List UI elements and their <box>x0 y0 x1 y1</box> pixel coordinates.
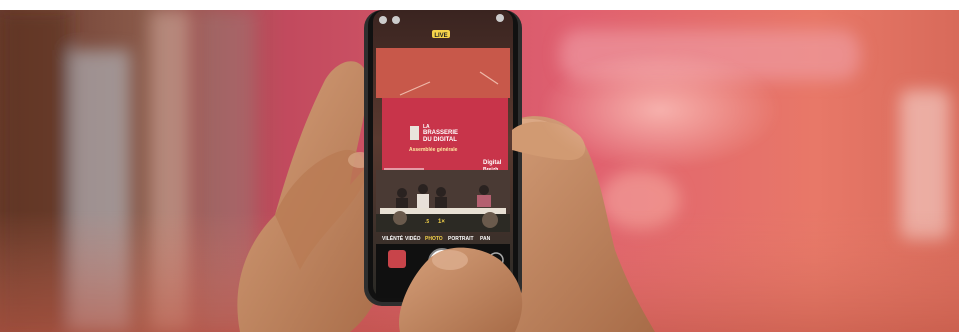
settings-icon <box>496 14 504 22</box>
event-photo: LIVE LA BRASSERIE DU DIGITAL Assemblée g… <box>0 10 959 332</box>
camera-mode[interactable]: VIDÉO <box>405 234 421 242</box>
camera-mode[interactable]: PAN <box>480 236 491 242</box>
live-photo-icon <box>392 16 400 24</box>
svg-text:.5: .5 <box>425 219 429 225</box>
slide-brand-line3: DU DIGITAL <box>423 137 457 143</box>
photo-scene: LIVE LA BRASSERIE DU DIGITAL Assemblée g… <box>0 10 959 332</box>
svg-text:1×: 1× <box>438 219 445 225</box>
slide-brand-line2: BRASSERIE <box>423 130 458 136</box>
live-badge-text: LIVE <box>434 33 447 39</box>
gallery-thumbnail[interactable] <box>388 250 406 268</box>
flash-icon <box>379 16 387 24</box>
slide-subtitle: Assemblée générale <box>409 147 458 153</box>
camera-mode[interactable]: VILÉNTÉ <box>382 234 404 242</box>
corner-logo-line1: Digital <box>483 160 502 166</box>
camera-mode-active[interactable]: PHOTO <box>425 236 443 242</box>
camera-mode[interactable]: PORTRAIT <box>448 236 474 242</box>
